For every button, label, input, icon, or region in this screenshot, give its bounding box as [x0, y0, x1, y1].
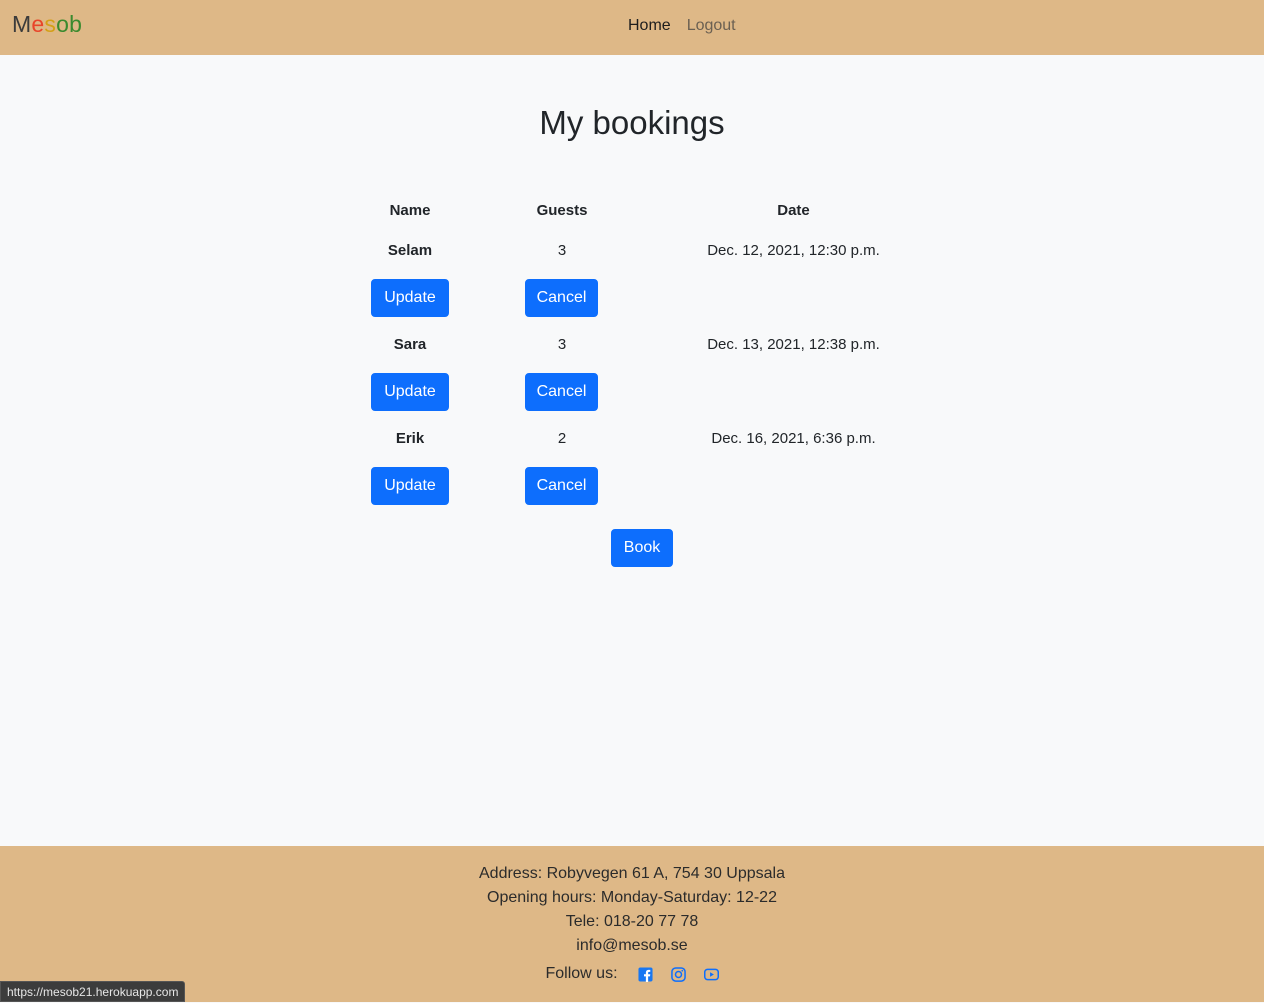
page-title: My bookings: [539, 104, 725, 141]
brand-letter-o: o: [56, 11, 70, 37]
nav-logout-link[interactable]: Logout: [687, 17, 736, 35]
table-header-row: Name Guests Date: [372, 198, 892, 224]
follow-us: Follow us:: [0, 962, 1264, 986]
book-button[interactable]: Book: [611, 529, 673, 567]
instagram-icon[interactable]: [670, 966, 686, 982]
booking-name: Sara: [393, 336, 427, 353]
column-header-date: Date: [777, 202, 810, 219]
booking-name: Erik: [395, 430, 425, 447]
footer-address: Address: Robyvegen 61 A, 754 30 Uppsala: [479, 865, 785, 882]
cancel-booking-button[interactable]: Cancel: [525, 373, 598, 411]
booking-guests: 2: [557, 430, 567, 447]
brand-logo[interactable]: Mesob: [12, 11, 82, 38]
booking-name: Selam: [387, 242, 433, 259]
booking-date: Dec. 13, 2021, 12:38 p.m.: [707, 336, 880, 353]
booking-date: Dec. 16, 2021, 6:36 p.m.: [711, 430, 876, 447]
booking-date: Dec. 12, 2021, 12:30 p.m.: [707, 242, 880, 259]
booking-row: Selam 3 Dec. 12, 2021, 12:30 p.m.: [372, 238, 892, 264]
brand-letter-m: M: [12, 11, 32, 37]
facebook-icon[interactable]: [637, 966, 653, 982]
booking-guests: 3: [557, 336, 567, 353]
footer: Address: Robyvegen 61 A, 754 30 Uppsala …: [0, 846, 1264, 1002]
footer-phone: Tele: 018-20 77 78: [565, 913, 699, 930]
booking-row: Sara 3 Dec. 13, 2021, 12:38 p.m.: [372, 332, 892, 358]
nav-home-link[interactable]: Home: [628, 17, 671, 35]
brand-letter-b: b: [69, 11, 83, 37]
column-header-guests: Guests: [536, 202, 588, 219]
nav-links: Home Logout: [628, 17, 736, 35]
cancel-booking-button[interactable]: Cancel: [525, 279, 598, 317]
brand-letter-e: e: [31, 11, 45, 37]
column-header-name: Name: [389, 202, 431, 219]
footer-hours: Opening hours: Monday-Saturday: 12-22: [487, 889, 777, 906]
update-booking-button[interactable]: Update: [371, 373, 449, 411]
update-booking-button[interactable]: Update: [371, 279, 449, 317]
booking-row: Erik 2 Dec. 16, 2021, 6:36 p.m.: [372, 426, 892, 452]
cancel-booking-button[interactable]: Cancel: [525, 467, 598, 505]
follow-us-label: Follow us:: [545, 965, 618, 982]
navbar: Mesob Home Logout: [0, 0, 1264, 55]
brand-letter-s: s: [44, 11, 57, 37]
footer-email: info@mesob.se: [576, 937, 688, 954]
update-booking-button[interactable]: Update: [371, 467, 449, 505]
browser-status-url: https://mesob21.herokuapp.com: [0, 981, 186, 1002]
youtube-icon[interactable]: [703, 967, 719, 982]
booking-guests: 3: [557, 242, 567, 259]
